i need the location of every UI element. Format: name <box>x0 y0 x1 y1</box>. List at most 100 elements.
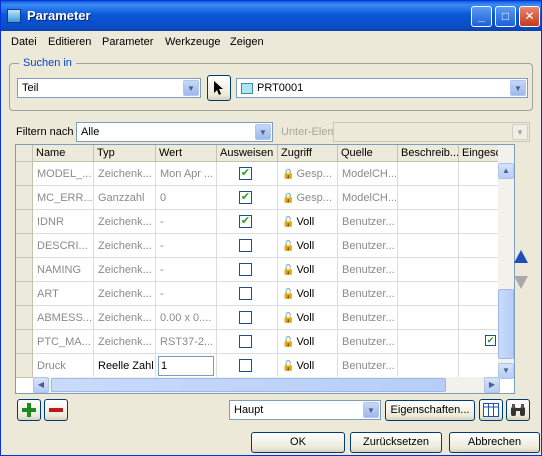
scroll-left-icon[interactable]: ◀ <box>33 377 49 393</box>
col-header-source[interactable]: Quelle <box>338 145 398 162</box>
horizontal-scroll-thumb[interactable] <box>51 378 446 392</box>
cell-designate[interactable] <box>217 330 278 354</box>
cell-name[interactable]: MODEL_... <box>33 162 94 186</box>
cancel-button[interactable]: Abbrechen <box>449 432 540 453</box>
reset-button[interactable]: Zurücksetzen <box>350 432 442 453</box>
search-button[interactable] <box>506 399 530 421</box>
cell-source[interactable]: Benutzer... <box>338 234 398 258</box>
cell-description[interactable] <box>398 306 459 330</box>
table-row[interactable]: DESCRI... Zeichenk... - 🔓 Voll Benutzer... <box>16 234 500 258</box>
cell-restricted[interactable] <box>459 210 500 234</box>
cell-source[interactable]: Benutzer... <box>338 354 398 378</box>
select-model-button[interactable] <box>207 75 231 101</box>
model-select[interactable]: PRT0001 ▼ <box>236 78 528 98</box>
designate-checkbox[interactable] <box>239 239 252 252</box>
title-bar[interactable]: Parameter _ □ ✕ <box>1 1 541 31</box>
col-header-value[interactable]: Wert <box>156 145 217 162</box>
cell-source[interactable]: Benutzer... <box>338 306 398 330</box>
scope-select[interactable]: Teil ▼ <box>17 78 201 98</box>
row-header[interactable] <box>16 330 33 354</box>
row-header[interactable] <box>16 354 33 378</box>
col-header-designate[interactable]: Ausweisen <box>217 145 278 162</box>
horizontal-scrollbar[interactable]: ◀ ▶ <box>33 377 500 393</box>
sub-element-select[interactable]: ▼ <box>333 122 530 142</box>
cell-designate[interactable] <box>217 258 278 282</box>
col-header-type[interactable]: Typ <box>94 145 156 162</box>
cell-value[interactable]: - <box>156 234 217 258</box>
col-header-restricted[interactable]: Eingeschr <box>459 145 500 162</box>
scroll-up-icon[interactable]: ▲ <box>498 163 514 179</box>
cell-source[interactable]: ModelCH... <box>338 186 398 210</box>
cell-restricted[interactable] <box>459 306 500 330</box>
cell-designate[interactable] <box>217 282 278 306</box>
cell-access[interactable]: 🔓 Voll <box>278 306 338 330</box>
cell-restricted[interactable] <box>459 354 500 378</box>
designate-checkbox[interactable] <box>239 311 252 324</box>
cell-name[interactable]: ART <box>33 282 94 306</box>
cell-type[interactable]: Zeichenk... <box>94 258 156 282</box>
filter-select[interactable]: Alle ▼ <box>76 122 273 142</box>
cell-restricted[interactable] <box>459 162 500 186</box>
cell-description[interactable] <box>398 282 459 306</box>
cell-designate[interactable]: ✔ <box>217 210 278 234</box>
cell-source[interactable]: Benutzer... <box>338 210 398 234</box>
cell-designate[interactable] <box>217 354 278 378</box>
cell-description[interactable] <box>398 186 459 210</box>
move-down-icon[interactable] <box>514 276 528 289</box>
designate-checkbox[interactable]: ✔ <box>239 191 252 204</box>
cell-name[interactable]: PTC_MA... <box>33 330 94 354</box>
cell-value[interactable]: 0.00 x 0.... <box>156 306 217 330</box>
designate-checkbox[interactable]: ✔ <box>239 215 252 228</box>
cell-description[interactable] <box>398 234 459 258</box>
table-row[interactable]: MODEL_... Zeichenk... Mon Apr ... ✔ 🔒 Gesp...… <box>16 162 500 186</box>
cell-type[interactable]: Zeichenk... <box>94 306 156 330</box>
cell-access[interactable]: 🔓 Voll <box>278 234 338 258</box>
menu-editieren[interactable]: Editieren <box>48 36 91 48</box>
cell-value[interactable]: Mon Apr ... <box>156 162 217 186</box>
table-row[interactable]: Druck Reelle Zahl 1 🔓 Voll Benutzer... <box>16 354 500 378</box>
cell-value[interactable]: - <box>156 210 217 234</box>
row-header[interactable] <box>16 186 33 210</box>
scroll-right-icon[interactable]: ▶ <box>484 377 500 393</box>
designate-checkbox[interactable]: ✔ <box>239 167 252 180</box>
cell-restricted[interactable] <box>459 258 500 282</box>
cell-type[interactable]: Reelle Zahl <box>94 354 156 378</box>
cell-description[interactable] <box>398 210 459 234</box>
cell-description[interactable] <box>398 258 459 282</box>
scroll-down-icon[interactable]: ▼ <box>498 363 514 379</box>
table-view-button[interactable] <box>479 399 503 421</box>
cell-type[interactable]: Zeichenk... <box>94 234 156 258</box>
cell-designate[interactable]: ✔ <box>217 162 278 186</box>
table-row[interactable]: PTC_MA... Zeichenk... RST37-2... 🔓 Voll Benut… <box>16 330 500 354</box>
menu-zeigen[interactable]: Zeigen <box>230 36 264 48</box>
cell-name[interactable]: DESCRI... <box>33 234 94 258</box>
col-header-access[interactable]: Zugriff <box>278 145 338 162</box>
cell-type[interactable]: Zeichenk... <box>94 282 156 306</box>
properties-button[interactable]: Eigenschaften... <box>385 400 475 421</box>
cell-value[interactable]: RST37-2... <box>156 330 217 354</box>
cell-name[interactable]: ABMESS... <box>33 306 94 330</box>
cell-restricted[interactable] <box>459 282 500 306</box>
cell-name[interactable]: MC_ERR... <box>33 186 94 210</box>
row-header[interactable] <box>16 162 33 186</box>
cell-access[interactable]: 🔓 Voll <box>278 282 338 306</box>
value-edit-field[interactable]: 1 <box>158 356 214 376</box>
table-row[interactable]: MC_ERR... Ganzzahl 0 ✔ 🔒 Gesp... ModelCH... <box>16 186 500 210</box>
cell-designate[interactable] <box>217 306 278 330</box>
cell-source[interactable]: Benutzer... <box>338 330 398 354</box>
minimize-button[interactable]: _ <box>471 6 492 27</box>
cell-type[interactable]: Zeichenk... <box>94 210 156 234</box>
cell-description[interactable] <box>398 162 459 186</box>
table-row[interactable]: IDNR Zeichenk... - ✔ 🔓 Voll Benutzer... <box>16 210 500 234</box>
cell-designate[interactable] <box>217 234 278 258</box>
maximize-button[interactable]: □ <box>495 6 516 27</box>
cell-restricted[interactable] <box>459 186 500 210</box>
menu-parameter[interactable]: Parameter <box>102 36 153 48</box>
cell-value[interactable]: - <box>156 258 217 282</box>
designate-checkbox[interactable] <box>239 287 252 300</box>
cell-restricted[interactable] <box>459 234 500 258</box>
cell-type[interactable]: Ganzzahl <box>94 186 156 210</box>
table-row[interactable]: NAMING Zeichenk... - 🔓 Voll Benutzer... <box>16 258 500 282</box>
cell-access[interactable]: 🔓 Voll <box>278 210 338 234</box>
menu-werkzeuge[interactable]: Werkzeuge <box>165 36 220 48</box>
